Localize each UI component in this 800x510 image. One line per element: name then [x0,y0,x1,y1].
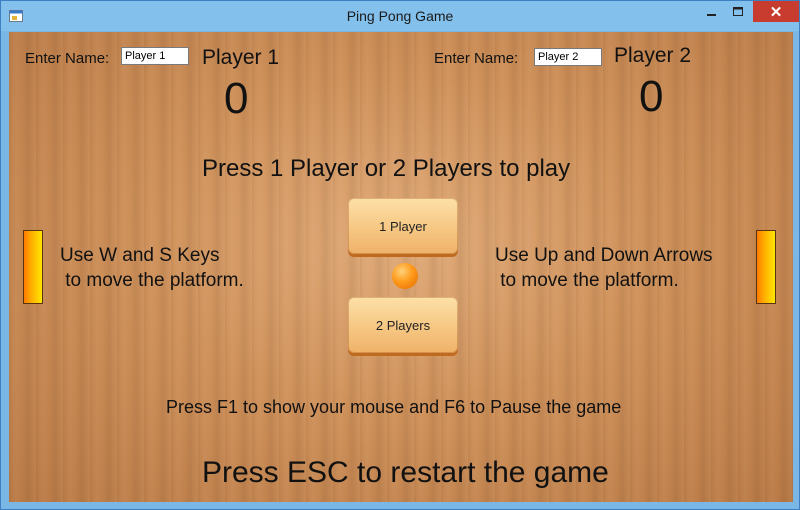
player1-name-input[interactable] [121,47,189,65]
player2-title: Player 2 [614,44,692,67]
close-icon[interactable]: ✕ [753,1,799,22]
title-bar[interactable]: Ping Pong Game ✕ [1,1,799,31]
esc-instruction: Press ESC to restart the game [202,456,609,489]
two-players-button[interactable]: 2 Players [348,297,458,353]
minimize-icon[interactable] [699,1,725,22]
player2-name-input[interactable] [534,48,602,66]
player1-name-label: Enter Name: [25,50,110,67]
right-controls-hint: Use Up and Down Arrows to move the platf… [495,245,713,291]
left-controls-hint: Use W and S Keys to move the platform. [60,245,244,291]
player2-score: 0 [639,72,664,121]
right-paddle [756,230,776,304]
player2-name-label: Enter Name: [434,50,519,67]
player1-title: Player 1 [202,46,280,69]
ball [392,263,418,289]
start-instruction: Press 1 Player or 2 Players to play [202,155,571,182]
app-window: Ping Pong Game ✕ Enter Name: Player 1 0 … [0,0,800,510]
left-paddle [23,230,43,304]
game-area: Enter Name: Player 1 0 Enter Name: Playe… [9,32,793,502]
window-title: Ping Pong Game [346,8,454,24]
player1-score: 0 [224,74,249,123]
one-player-button[interactable]: 1 Player [348,198,458,254]
maximize-icon[interactable] [725,1,751,22]
f1-f6-instruction: Press F1 to show your mouse and F6 to Pa… [166,397,622,417]
